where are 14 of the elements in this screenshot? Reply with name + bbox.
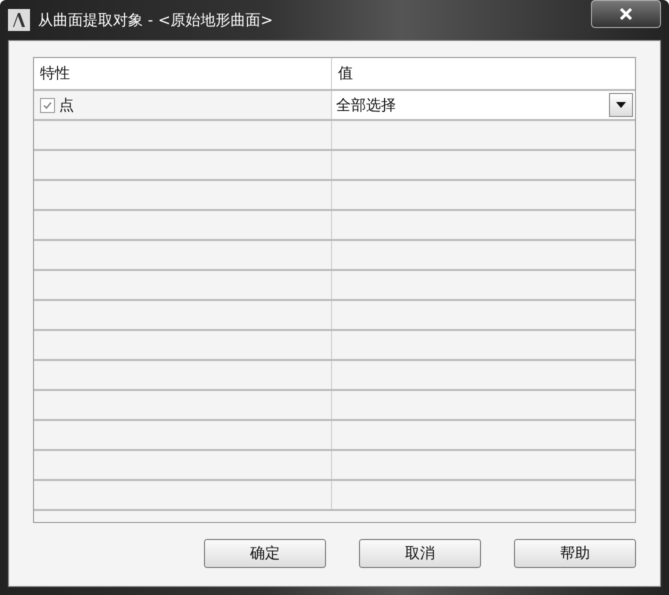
value-dropdown[interactable]: 全部选择 [332,91,635,119]
close-icon [619,7,633,21]
property-label: 点 [59,96,74,114]
checkbox[interactable] [40,98,55,112]
dialog-button[interactable]: 确定 [204,539,326,568]
window-title: 从曲面提取对象 - <原始地形曲面> [38,10,274,30]
dialog-button[interactable]: 取消 [359,539,481,568]
app-logo-icon [8,9,30,31]
dialog-button[interactable]: 帮助 [514,539,636,568]
close-button[interactable] [591,0,661,28]
column-header: 特性 [34,58,332,89]
check-icon [42,100,53,110]
column-header: 值 [337,63,354,84]
dropdown-arrow-icon [616,102,626,108]
